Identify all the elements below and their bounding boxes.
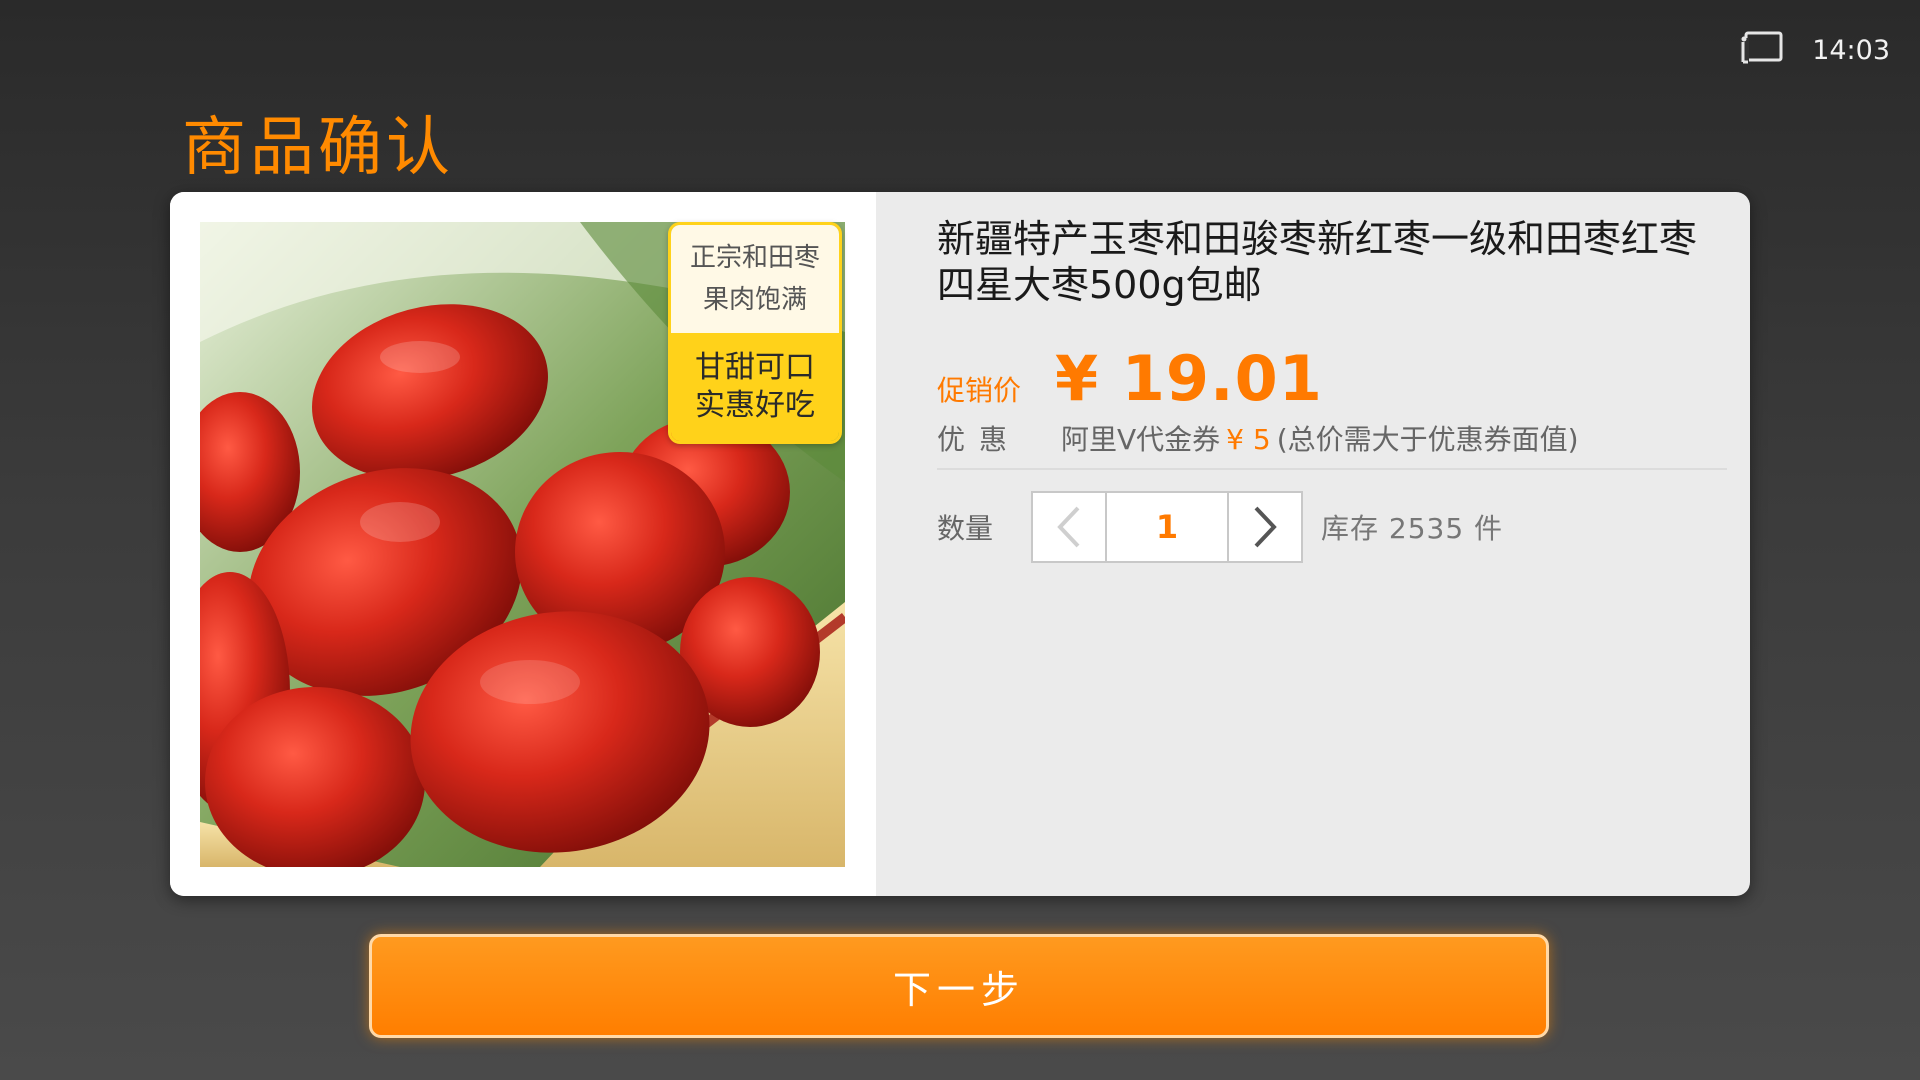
quantity-value[interactable]: 1 [1105, 493, 1229, 561]
discount-row: 优惠 阿里V代金券 ¥ 5 (总价需大于优惠券面值) [937, 418, 1579, 458]
status-bar: 14:03 [1740, 28, 1890, 72]
promo-tag-line: 正宗和田枣 [689, 243, 820, 273]
chevron-right-icon [1254, 506, 1277, 548]
price-label: 促销价 [937, 374, 1022, 407]
quantity-row: 数量 1 库存 2535 件 [937, 491, 1504, 563]
quantity-increment-button[interactable] [1229, 493, 1301, 561]
cast-screen-icon[interactable] [1740, 30, 1784, 70]
product-title: 新疆特产玉枣和田骏枣新红枣一级和田枣红枣四星大枣500g包邮 [937, 217, 1698, 307]
divider [937, 468, 1727, 470]
page-title: 商品确认 [182, 111, 454, 185]
price-value: ¥ 19.01 [1055, 342, 1323, 415]
quantity-decrement-button[interactable] [1033, 493, 1105, 561]
promo-tag-top: 正宗和田枣 果肉饱满 [671, 225, 839, 333]
next-step-button[interactable]: 下一步 [369, 934, 1549, 1038]
quantity-stepper: 1 [1031, 491, 1303, 563]
promo-tag-line: 实惠好吃 [695, 388, 815, 423]
stock-text: 库存 2535 件 [1321, 512, 1504, 545]
discount-text-suffix: (总价需大于优惠券面值) [1276, 423, 1579, 456]
promo-tag-line: 果肉饱满 [702, 285, 807, 315]
promo-tag: 正宗和田枣 果肉饱满 甘甜可口 实惠好吃 [668, 222, 842, 444]
quantity-label: 数量 [937, 512, 994, 545]
chevron-left-icon [1057, 506, 1080, 548]
status-time: 14:03 [1812, 34, 1890, 66]
promo-tag-line: 甘甜可口 [695, 350, 815, 385]
price-row: 促销价 ¥ 19.01 [937, 342, 1323, 415]
promo-tag-bottom: 甘甜可口 实惠好吃 [671, 333, 839, 441]
discount-label: 优惠 [937, 423, 1022, 456]
discount-text-prefix: 阿里V代金券 [1061, 423, 1221, 456]
discount-amount: ¥ 5 [1226, 423, 1271, 456]
product-card: 新疆特产玉枣和田骏枣新红枣一级和田枣红枣四星大枣500g包邮 促销价 ¥ 19.… [170, 192, 1750, 896]
